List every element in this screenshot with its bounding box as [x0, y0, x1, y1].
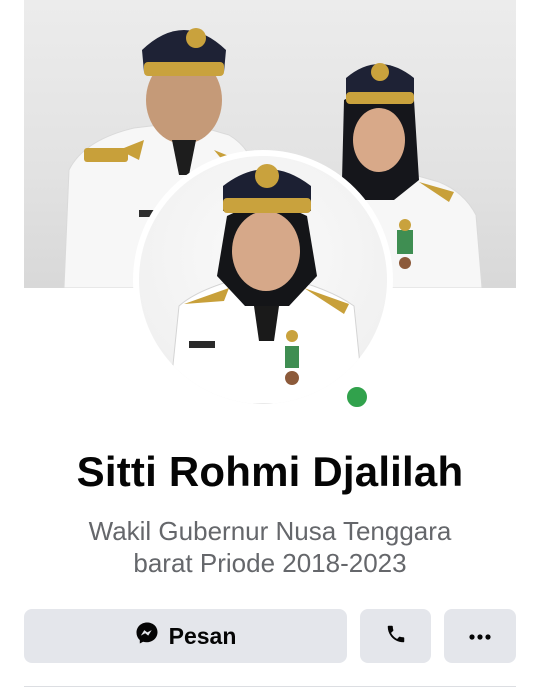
message-button-label: Pesan: [168, 622, 237, 649]
bio-line-1: Wakil Gubernur Nusa Tenggara: [88, 516, 452, 546]
more-options-button[interactable]: [444, 609, 516, 663]
profile-picture: [139, 156, 387, 404]
profile-picture-image: [168, 164, 365, 404]
phone-icon: [385, 623, 407, 650]
more-horizontal-icon: [469, 627, 491, 645]
profile-name: Sitti Rohmi Djalilah: [76, 448, 464, 495]
call-button[interactable]: [360, 609, 431, 663]
profile-actions: Pesan: [24, 609, 516, 663]
bio-line-2: barat Priode 2018-2023: [133, 548, 407, 578]
online-status-indicator: [343, 383, 371, 411]
message-button[interactable]: Pesan: [24, 609, 347, 663]
messenger-icon: [135, 621, 159, 651]
profile-bio: Wakil Gubernur Nusa Tenggara barat Priod…: [60, 515, 480, 579]
profile-picture-frame[interactable]: [133, 150, 393, 410]
section-divider: [24, 686, 516, 687]
